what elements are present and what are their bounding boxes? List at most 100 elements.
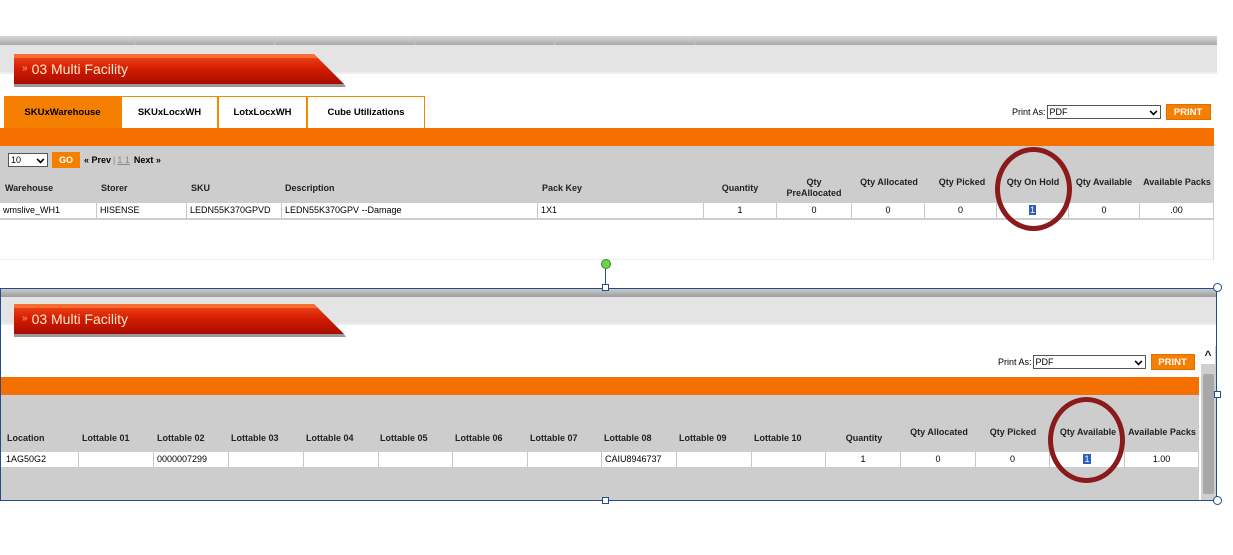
col-header: Location [7,433,45,443]
sku-warehouse-grid: 10 GO « Prev | 1 1 Next » Warehouse Stor… [0,146,1214,220]
col-header: Lottable 09 [679,433,727,443]
banner-title: » 03 Multi Facility [22,311,129,327]
table-cell: 1AG50G2 [3,452,79,467]
col-header-qty-on-hold: Qty On Hold [1006,177,1060,187]
bottom-orange-bar [0,377,1199,395]
print-as-group: Print As: PDF PRINT [1012,104,1211,120]
go-button[interactable]: GO [52,152,80,168]
chevron-down-icon [1149,107,1157,116]
pager-separator: | [113,155,116,165]
print-format-value: PDF [1035,357,1054,367]
top-screenshot-panel: » 03 Multi Facility SKUxWarehouse SKUxLoc… [0,36,1217,260]
page-size-select[interactable]: 10 [8,153,48,167]
top-orange-bar [0,128,1214,146]
table-cell: 1 [826,452,901,467]
rotate-handle[interactable] [601,259,611,269]
print-as-label: Print As: [998,357,1032,367]
col-header: Lottable 10 [754,433,802,443]
print-button[interactable]: PRINT [1165,104,1211,120]
table-cell: 1.00 [1125,452,1199,467]
col-header: Quantity [845,433,883,443]
table-cell [229,452,304,467]
facility-banner: » 03 Multi Facility [14,52,346,88]
resize-handle-bottom[interactable] [602,497,609,504]
resize-handle-right[interactable] [1214,391,1221,398]
table-cell-qty-available[interactable]: 1 [1050,452,1125,467]
col-header: Qty Picked [938,177,986,187]
pager: 10 GO « Prev | 1 1 Next » [8,152,161,168]
page-size-value: 10 [11,155,22,165]
col-header: Quantity [721,183,759,193]
col-header: Lottable 08 [604,433,652,443]
print-format-select[interactable]: PDF [1032,355,1146,369]
col-header: Lottable 01 [82,433,130,443]
print-button[interactable]: PRINT [1150,354,1195,370]
table-cell: 1X1 [538,203,704,218]
col-header: SKU [191,183,211,193]
col-header: Lottable 07 [530,433,578,443]
facility-banner: » 03 Multi Facility [14,302,346,338]
col-header: Description [285,183,335,193]
table-cell: HISENSE [97,203,187,218]
table-cell: 0 [976,452,1050,467]
print-format-value: PDF [1049,107,1068,117]
col-header: Qty Available [1075,177,1133,187]
double-chevron-icon: » [22,313,28,324]
tab-skuxwarehouse[interactable]: SKUxWarehouse [4,96,121,128]
prev-link[interactable]: « Prev [84,155,111,165]
table-row[interactable]: 1AG50G2 0000007299 CAIU8946737 1 0 0 1 1… [0,452,1199,467]
print-format-select[interactable]: PDF [1046,105,1161,119]
table-cell [79,452,154,467]
table-cell [304,452,379,467]
table-cell [453,452,528,467]
col-header: Available Packs [1128,427,1196,437]
col-header: Lottable 02 [157,433,205,443]
scroll-thumb[interactable] [1203,374,1214,494]
print-as-group: Print As: PDF PRINT [998,354,1195,370]
table-cell: 0 [925,203,997,218]
banner-title: » 03 Multi Facility [22,61,129,77]
table-cell [379,452,453,467]
chevron-down-icon [36,155,45,164]
page-info[interactable]: 1 1 [117,155,130,165]
chevron-down-icon [1134,357,1142,366]
col-header-qty-available: Qty Available [1059,427,1117,437]
tab-skuxlocxwh[interactable]: SKUxLocxWH [121,96,218,128]
table-cell [752,452,826,467]
tab-cube-utilizations[interactable]: Cube Utilizations [307,96,425,128]
double-chevron-icon: » [22,63,28,74]
table-cell-qty-on-hold[interactable]: 1 [997,203,1069,218]
table-cell: 0 [901,452,976,467]
table-cell: 0 [777,203,852,218]
table-cell: wmslive_WH1 [0,203,97,218]
col-header: Qty PreAllocated [786,177,842,198]
next-link[interactable]: Next » [134,155,161,165]
col-header: Lottable 04 [306,433,354,443]
table-cell: LEDN55K370GPV --Damage [282,203,538,218]
selected-value: 1 [1083,454,1091,464]
table-cell [677,452,752,467]
table-cell: 1 [704,203,777,218]
col-header: Warehouse [5,183,54,193]
col-header: Pack Key [542,183,583,193]
resize-handle-bottom-right[interactable] [1213,496,1222,505]
report-tabs: SKUxWarehouse SKUxLocxWH LotxLocxWH Cube… [4,96,425,128]
tab-lotxlocxwh[interactable]: LotxLocxWH [218,96,307,128]
resize-handle-top-right[interactable] [1213,283,1222,292]
table-row[interactable]: wmslive_WH1 HISENSE LEDN55K370GPVD LEDN5… [0,203,1214,218]
table-cell: 0000007299 [154,452,229,467]
col-header: Lottable 06 [455,433,503,443]
table-cell: CAIU8946737 [602,452,677,467]
resize-handle-top[interactable] [602,284,609,291]
vertical-scrollbar[interactable]: ^ [1201,346,1217,501]
col-header: Lottable 03 [231,433,279,443]
top-window-bar [0,36,1217,45]
bottom-screenshot-panel: » 03 Multi Facility Print As: PDF PRINT L… [0,288,1217,501]
selected-value: 1 [1028,205,1036,215]
table-cell [528,452,602,467]
col-header: Lottable 05 [380,433,428,443]
scroll-up-icon[interactable]: ^ [1201,346,1215,364]
table-cell: LEDN55K370GPVD [187,203,282,218]
table-cell: 0 [852,203,925,218]
top-grid-footer [0,220,1214,260]
